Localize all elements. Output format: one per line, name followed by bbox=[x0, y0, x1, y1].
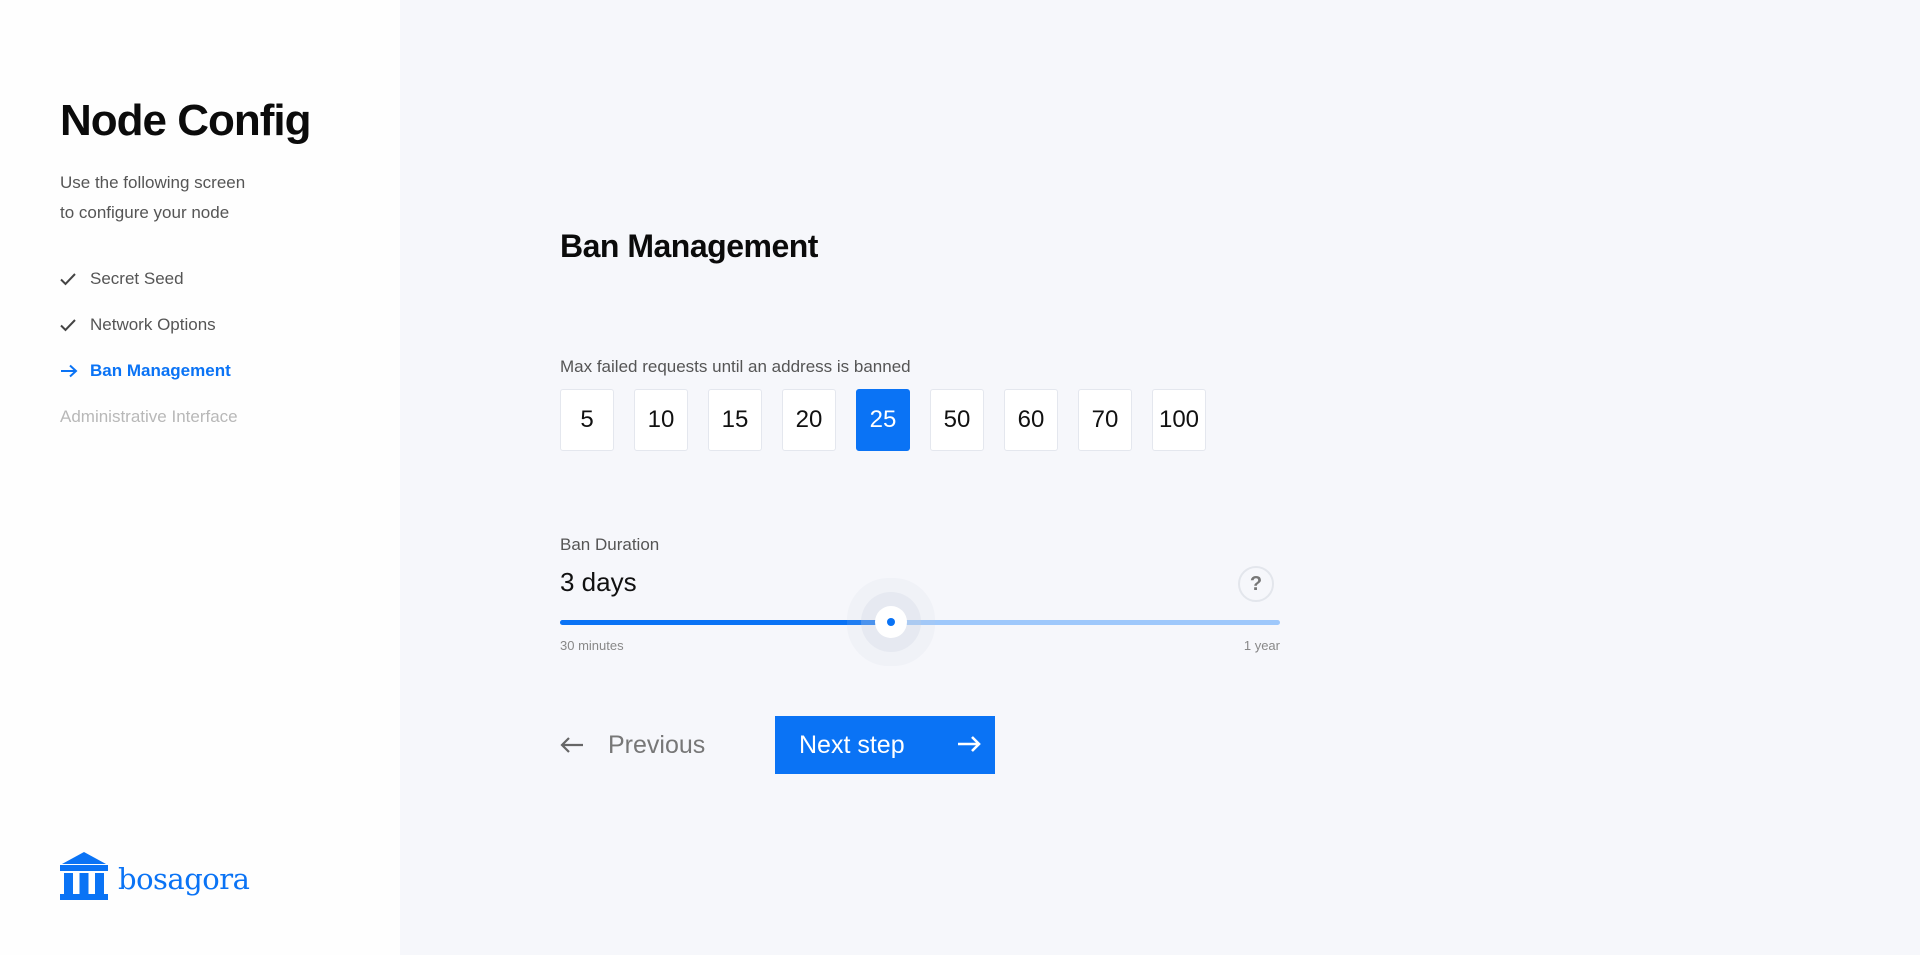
logo-text: bosagora bbox=[118, 861, 250, 896]
step-label: Administrative Interface bbox=[60, 407, 238, 426]
option-60[interactable]: 60 bbox=[1004, 389, 1058, 451]
sidebar-title: Node Config bbox=[60, 96, 312, 145]
max-failed-options: 5 10 15 20 25 50 60 70 100 bbox=[560, 389, 1206, 451]
sidebar-subtitle-line1: Use the following screen bbox=[60, 173, 246, 192]
step-label: Ban Management bbox=[90, 361, 231, 380]
ban-duration-slider[interactable] bbox=[560, 606, 1280, 638]
main-panel: Ban Management Max failed requests until… bbox=[400, 0, 1920, 955]
check-icon bbox=[60, 272, 90, 286]
option-20[interactable]: 20 bbox=[782, 389, 836, 451]
ban-duration-value: 3 days bbox=[560, 567, 637, 597]
step-label: Network Options bbox=[90, 315, 216, 334]
previous-button[interactable]: Previous bbox=[560, 716, 705, 774]
slider-handle-dot bbox=[887, 618, 896, 626]
step-ban-management[interactable]: Ban Management bbox=[60, 348, 238, 394]
slider-min-label: 30 minutes bbox=[560, 638, 624, 653]
step-list: Secret Seed Network Options Ban Manageme… bbox=[60, 256, 238, 440]
next-step-label: Next step bbox=[799, 730, 905, 759]
sidebar-subtitle-line2: to configure your node bbox=[60, 203, 230, 222]
previous-label: Previous bbox=[608, 730, 706, 759]
next-step-button[interactable]: Next step bbox=[775, 716, 995, 774]
slider-max-label: 1 year bbox=[1243, 638, 1280, 653]
option-70[interactable]: 70 bbox=[1078, 389, 1132, 451]
option-10[interactable]: 10 bbox=[634, 389, 688, 451]
page-title: Ban Management bbox=[560, 228, 818, 264]
option-5[interactable]: 5 bbox=[560, 389, 614, 451]
step-network-options[interactable]: Network Options bbox=[60, 302, 238, 348]
arrow-right-icon bbox=[957, 731, 981, 760]
option-15[interactable]: 15 bbox=[708, 389, 762, 451]
arrow-left-icon bbox=[560, 736, 584, 754]
step-label: Secret Seed bbox=[90, 269, 184, 288]
temple-icon bbox=[60, 852, 108, 905]
arrow-right-icon bbox=[60, 364, 90, 378]
sidebar: Node Config Use the following screen to … bbox=[0, 0, 400, 955]
sidebar-subtitle: Use the following screen to configure yo… bbox=[60, 168, 300, 228]
step-secret-seed[interactable]: Secret Seed bbox=[60, 256, 238, 302]
step-administrative-interface: Administrative Interface bbox=[60, 394, 238, 440]
bosagora-logo: bosagora bbox=[60, 852, 250, 905]
question-icon: ? bbox=[1249, 572, 1263, 595]
max-failed-label: Max failed requests until an address is … bbox=[560, 357, 911, 376]
option-100[interactable]: 100 bbox=[1152, 389, 1206, 451]
slider-handle[interactable] bbox=[875, 606, 908, 638]
ban-duration-label: Ban Duration bbox=[560, 535, 660, 554]
option-25[interactable]: 25 bbox=[856, 389, 910, 451]
check-icon bbox=[60, 318, 90, 332]
option-50[interactable]: 50 bbox=[930, 389, 984, 451]
slider-fill bbox=[560, 620, 892, 625]
help-button[interactable]: ? bbox=[1238, 566, 1274, 602]
